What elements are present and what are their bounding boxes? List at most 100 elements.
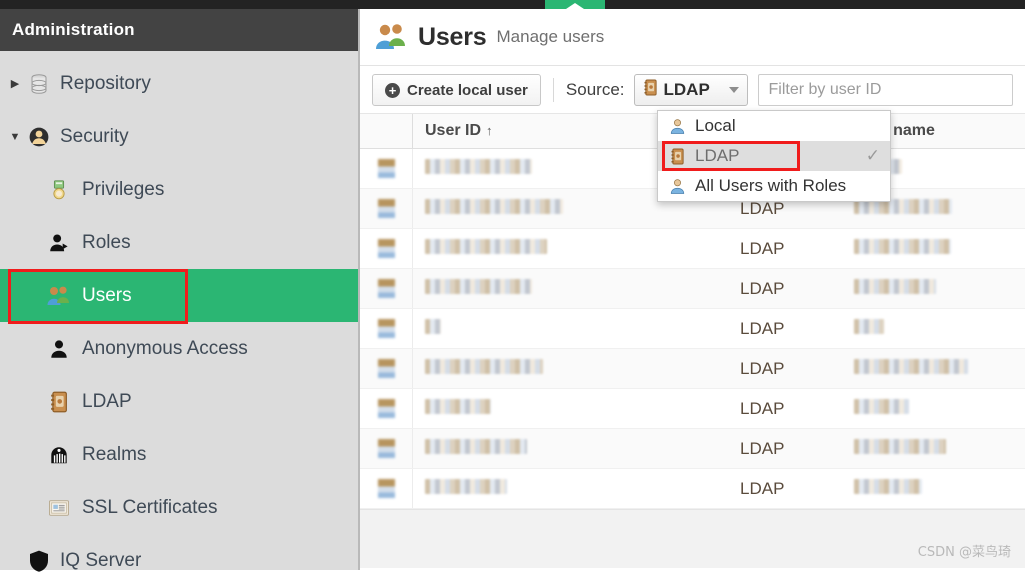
person-icon — [46, 338, 72, 360]
redacted-first-name — [854, 318, 884, 334]
sidebar-item-ssl-certificates[interactable]: SSL Certificates — [0, 481, 358, 534]
sidebar-item-label: Repository — [60, 72, 151, 94]
source-dropdown-menu[interactable]: Local LDAP ✓ All Users with Roles — [657, 110, 891, 202]
row-user-avatar — [360, 269, 413, 308]
avatar — [377, 199, 395, 218]
sidebar-item-privileges[interactable]: Privileges — [0, 163, 358, 216]
toolbar-divider — [552, 78, 554, 102]
cell-user-id — [413, 398, 740, 419]
person-blue-icon — [668, 117, 686, 135]
cell-first-name — [850, 238, 1025, 259]
cell-realm: LDAP — [740, 399, 850, 419]
avatar — [377, 319, 395, 338]
row-user-avatar — [360, 389, 413, 428]
cell-first-name — [850, 478, 1025, 499]
avatar — [377, 439, 395, 458]
sidebar-item-label: IQ Server — [60, 549, 142, 571]
realm-value: LDAP — [740, 438, 785, 458]
sidebar-item-ldap[interactable]: LDAP — [0, 375, 358, 428]
realm-value: LDAP — [740, 358, 785, 378]
sidebar-header: Administration — [0, 9, 358, 51]
cell-realm: LDAP — [740, 279, 850, 299]
address-book-icon — [46, 391, 72, 413]
sidebar-item-roles[interactable]: Roles — [0, 216, 358, 269]
create-local-user-label: Create local user — [407, 81, 528, 99]
chevron-down-icon[interactable]: ▼ — [4, 131, 26, 143]
source-menu-item-ldap[interactable]: LDAP ✓ — [658, 141, 890, 171]
row-user-avatar — [360, 309, 413, 348]
active-tab-indicator[interactable] — [545, 0, 605, 9]
redacted-user-id — [425, 398, 491, 414]
sidebar-item-realms[interactable]: Realms — [0, 428, 358, 481]
sidebar: Administration ▶ Repository ▼ Security Privi… — [0, 9, 360, 572]
row-user-avatar — [360, 189, 413, 228]
realm-value: LDAP — [740, 478, 785, 498]
sidebar-item-anonymous-access[interactable]: Anonymous Access — [0, 322, 358, 375]
toolbar: + Create local user Source: LDAP Filter … — [360, 66, 1025, 114]
user-tag-icon — [46, 232, 72, 254]
filter-by-user-id-input[interactable] — [757, 74, 1013, 106]
table-row[interactable]: LDAP — [360, 349, 1025, 389]
realm-value: LDAP — [740, 398, 785, 418]
cell-first-name — [850, 398, 1025, 419]
row-user-avatar — [360, 429, 413, 468]
cell-first-name — [850, 438, 1025, 459]
sidebar-item-security[interactable]: ▼ Security — [0, 110, 358, 163]
sidebar-item-label: Users — [82, 284, 132, 306]
redacted-first-name — [854, 238, 951, 254]
sidebar-item-label: SSL Certificates — [82, 496, 218, 518]
table-row[interactable]: LDAP — [360, 429, 1025, 469]
shield-icon — [26, 550, 52, 572]
vault-door-icon — [46, 444, 72, 466]
row-user-avatar — [360, 469, 413, 508]
database-icon — [26, 73, 52, 95]
sidebar-item-repository[interactable]: ▶ Repository — [0, 57, 358, 110]
table-row[interactable]: LDAP — [360, 269, 1025, 309]
sidebar-item-users[interactable]: Users — [0, 269, 358, 324]
page-header: Users Manage users — [360, 9, 1025, 66]
cell-first-name — [850, 358, 1025, 379]
address-book-icon — [643, 79, 658, 101]
avatar — [377, 359, 395, 378]
main-content: Users Manage users + Create local user S… — [360, 9, 1025, 570]
avatar — [377, 479, 395, 498]
redacted-user-id — [425, 198, 563, 214]
sidebar-item-label: Roles — [82, 231, 131, 253]
cell-user-id — [413, 238, 740, 259]
users-icon — [374, 22, 410, 52]
sidebar-item-label: Privileges — [82, 178, 165, 200]
page-title: Users — [418, 22, 487, 51]
redacted-first-name — [854, 438, 946, 454]
cell-realm: LDAP — [740, 239, 850, 259]
cell-user-id — [413, 278, 740, 299]
redacted-user-id — [425, 158, 532, 174]
th-icon — [360, 114, 413, 148]
sidebar-item-label: Anonymous Access — [82, 337, 248, 359]
source-select[interactable]: LDAP — [633, 74, 748, 106]
cell-user-id — [413, 358, 740, 379]
sidebar-item-label: Security — [60, 125, 129, 147]
cell-user-id — [413, 318, 740, 339]
cell-realm: LDAP — [740, 439, 850, 459]
page-subtitle: Manage users — [496, 27, 605, 46]
table-row[interactable]: LDAP — [360, 229, 1025, 269]
redacted-user-id — [425, 278, 532, 294]
source-menu-item-label: Local — [695, 116, 736, 135]
source-select-value: LDAP — [663, 80, 710, 99]
sidebar-item-label: LDAP — [82, 390, 132, 412]
sidebar-item-iq-server[interactable]: IQ Server — [0, 534, 358, 587]
table-row[interactable]: LDAP — [360, 469, 1025, 509]
cell-realm: LDAP — [740, 479, 850, 499]
cell-first-name — [850, 318, 1025, 339]
source-menu-item-label: LDAP — [695, 146, 740, 165]
avatar — [377, 399, 395, 418]
create-local-user-button[interactable]: + Create local user — [372, 74, 541, 106]
source-menu-item-local[interactable]: Local — [658, 111, 890, 141]
watermark: CSDN @菜鸟琦 — [917, 545, 1011, 560]
cell-user-id — [413, 438, 740, 459]
table-row[interactable]: LDAP — [360, 309, 1025, 349]
table-row[interactable]: LDAP — [360, 389, 1025, 429]
redacted-user-id — [425, 238, 547, 254]
source-menu-item-all-users-with-roles[interactable]: All Users with Roles — [658, 171, 890, 201]
chevron-right-icon[interactable]: ▶ — [4, 77, 26, 90]
